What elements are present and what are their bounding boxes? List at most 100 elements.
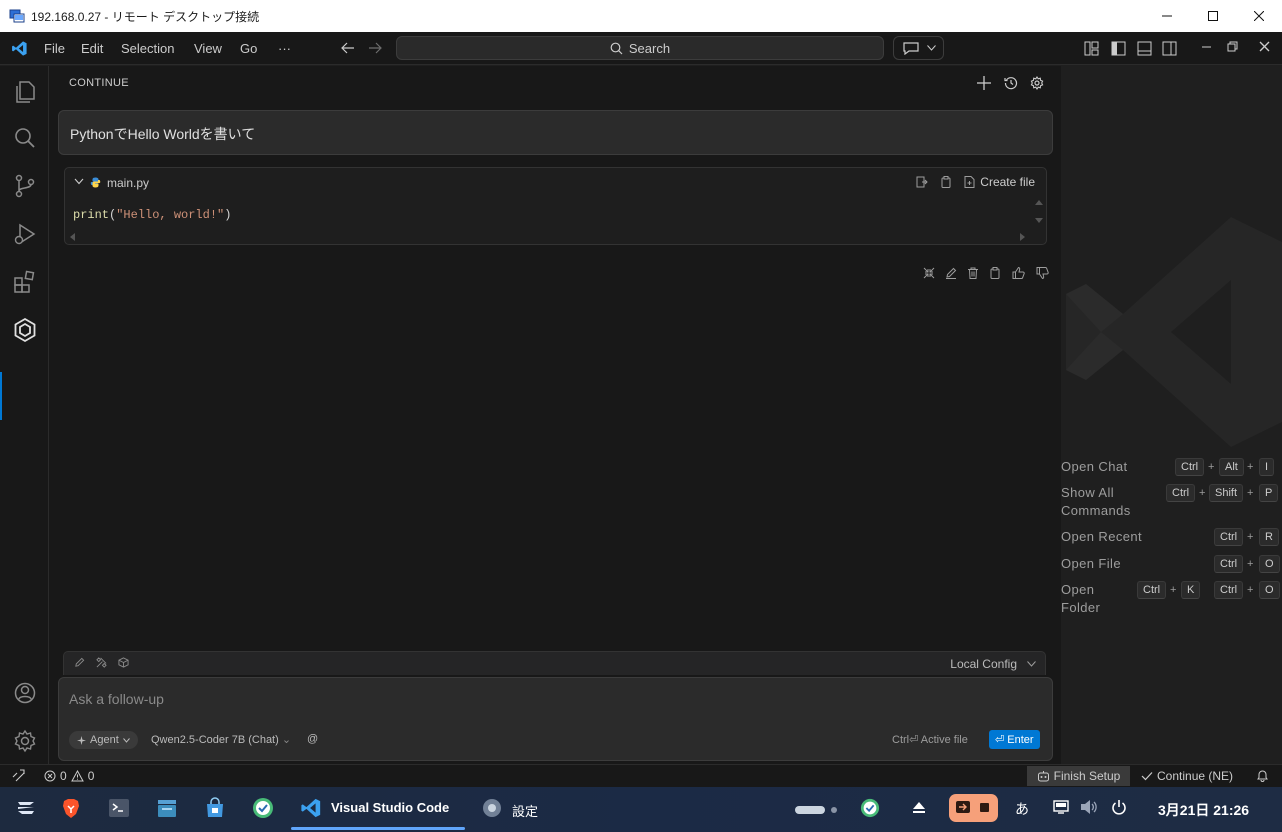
menu-go[interactable]: Go: [240, 41, 257, 56]
volume-icon[interactable]: [1080, 799, 1102, 821]
settings-gear-icon[interactable]: [1030, 76, 1044, 90]
mode-select-agent[interactable]: Agent: [69, 731, 138, 749]
terminal-icon[interactable]: [108, 797, 130, 819]
continue-icon[interactable]: [12, 317, 38, 343]
scroll-down-icon[interactable]: [1035, 218, 1043, 223]
scroll-right-icon[interactable]: [1020, 233, 1025, 241]
extensions-icon[interactable]: [12, 269, 38, 295]
at-mention-icon[interactable]: @: [307, 733, 318, 745]
menu-edit[interactable]: Edit: [81, 41, 103, 56]
plus-sign: +: [1247, 531, 1254, 543]
minimize-icon[interactable]: [1201, 41, 1212, 52]
eject-icon[interactable]: [910, 799, 932, 821]
workspace-indicator[interactable]: [795, 805, 839, 815]
settings-gear-icon[interactable]: [481, 797, 503, 819]
create-file-button[interactable]: Create file: [964, 175, 1035, 189]
vscode-watermark-icon: [1061, 212, 1282, 452]
zorin-start-icon[interactable]: [15, 797, 37, 819]
menu-view[interactable]: View: [194, 41, 222, 56]
scroll-up-icon[interactable]: [1035, 200, 1043, 205]
power-icon[interactable]: [1111, 799, 1133, 821]
command-center-search[interactable]: Search: [396, 36, 884, 60]
enter-button[interactable]: ⏎ Enter: [989, 730, 1040, 749]
ime-indicator[interactable]: あ: [1015, 799, 1029, 819]
key-ctrl: Ctrl: [1137, 581, 1167, 599]
minimize-icon[interactable]: [1144, 0, 1190, 32]
toggle-panel-icon[interactable]: [1137, 41, 1152, 56]
user-message[interactable]: PythonでHello Worldを書いて: [58, 110, 1053, 155]
thumbs-down-icon[interactable]: [1036, 267, 1049, 279]
customize-layout-icon[interactable]: [1084, 41, 1099, 56]
taskbar-settings-label[interactable]: 設定: [512, 801, 538, 820]
shortcut-label-open-file[interactable]: Open File: [1061, 555, 1121, 573]
continue-status[interactable]: Continue (NE): [1141, 769, 1233, 783]
remote-indicator-icon[interactable]: [12, 769, 25, 782]
code-string: "Hello, world!": [116, 208, 225, 222]
edit-pencil-icon[interactable]: [74, 657, 85, 668]
chat-input-box[interactable]: Ask a follow-up Agent Qwen2.5-Coder 7B (…: [58, 677, 1053, 761]
error-icon: [44, 770, 56, 782]
tools-icon[interactable]: [96, 657, 107, 668]
active-file-hint[interactable]: Ctrl⏎ Active file: [892, 733, 968, 746]
create-file-label: Create file: [980, 175, 1035, 189]
compact-icon[interactable]: [923, 267, 935, 279]
continue-chat-panel: CONTINUE PythonでHello Worldを書いて main.py: [49, 66, 1061, 764]
search-label: Search: [628, 40, 671, 56]
copy-icon[interactable]: [989, 267, 1001, 279]
history-icon[interactable]: [1004, 76, 1018, 90]
shortcut-label-open-folder[interactable]: Open Folder: [1061, 581, 1121, 617]
shortcut-label-open-recent[interactable]: Open Recent: [1061, 528, 1142, 546]
shortcut-label-show-all-commands[interactable]: Show All Commands: [1061, 484, 1141, 520]
notifications-bell-icon[interactable]: [1256, 769, 1269, 782]
finish-setup-button[interactable]: Finish Setup: [1027, 766, 1130, 786]
code-line[interactable]: print("Hello, world!"): [73, 208, 231, 222]
cube-icon[interactable]: [118, 657, 129, 668]
copy-icon[interactable]: [940, 176, 952, 188]
scroll-left-icon[interactable]: [70, 233, 75, 241]
software-store-icon[interactable]: [204, 797, 226, 819]
vscode-title-bar: File Edit Selection View Go ··· Search: [0, 32, 1282, 65]
robot-icon: [1037, 770, 1050, 782]
forward-arrow-icon[interactable]: [368, 41, 382, 55]
insert-at-cursor-icon[interactable]: [916, 176, 928, 188]
chat-input-placeholder[interactable]: Ask a follow-up: [69, 691, 164, 707]
chevron-down-icon[interactable]: [1027, 661, 1036, 667]
model-select[interactable]: Qwen2.5-Coder 7B (Chat) ⌄: [151, 733, 291, 746]
new-session-plus-icon[interactable]: [977, 76, 991, 90]
delete-trash-icon[interactable]: [967, 267, 979, 279]
chevron-down-icon[interactable]: [74, 178, 84, 185]
back-arrow-icon[interactable]: [341, 41, 355, 55]
files-icon[interactable]: [156, 797, 178, 819]
close-icon[interactable]: [1236, 0, 1282, 32]
local-config-select[interactable]: Local Config: [950, 657, 1017, 671]
explorer-icon[interactable]: [12, 78, 38, 104]
source-control-icon[interactable]: [12, 173, 38, 199]
zorin-connect-tray-icon[interactable]: [860, 798, 882, 820]
restore-icon[interactable]: [1227, 41, 1238, 52]
code-filename[interactable]: main.py: [107, 176, 149, 190]
screen-share-indicator[interactable]: [949, 794, 998, 822]
search-icon[interactable]: [12, 125, 38, 151]
run-debug-icon[interactable]: [12, 221, 38, 247]
toggle-primary-sidebar-icon[interactable]: [1111, 41, 1126, 56]
menu-file[interactable]: File: [44, 41, 65, 56]
zorin-connect-icon[interactable]: [252, 797, 274, 819]
maximize-icon[interactable]: [1190, 0, 1236, 32]
toggle-secondary-sidebar-icon[interactable]: [1162, 41, 1177, 56]
plus-sign: +: [1247, 584, 1254, 596]
problems-indicator[interactable]: 0 0: [44, 769, 94, 783]
shortcut-label-open-chat[interactable]: Open Chat: [1061, 458, 1127, 476]
chat-toggle-button[interactable]: [893, 36, 944, 60]
account-icon[interactable]: [12, 680, 38, 706]
close-icon[interactable]: [1259, 41, 1270, 52]
menu-more[interactable]: ···: [278, 41, 291, 56]
menu-selection[interactable]: Selection: [121, 41, 174, 56]
thumbs-up-icon[interactable]: [1012, 267, 1025, 279]
brave-browser-icon[interactable]: [60, 797, 82, 819]
taskbar-vscode-label[interactable]: Visual Studio Code: [331, 800, 449, 815]
edit-pencil-icon[interactable]: [945, 267, 957, 279]
taskbar-clock[interactable]: 3月21日 21:26: [1158, 800, 1249, 820]
manage-gear-icon[interactable]: [12, 728, 38, 754]
vscode-taskbar-icon[interactable]: [300, 797, 322, 819]
display-icon[interactable]: [1053, 799, 1075, 821]
